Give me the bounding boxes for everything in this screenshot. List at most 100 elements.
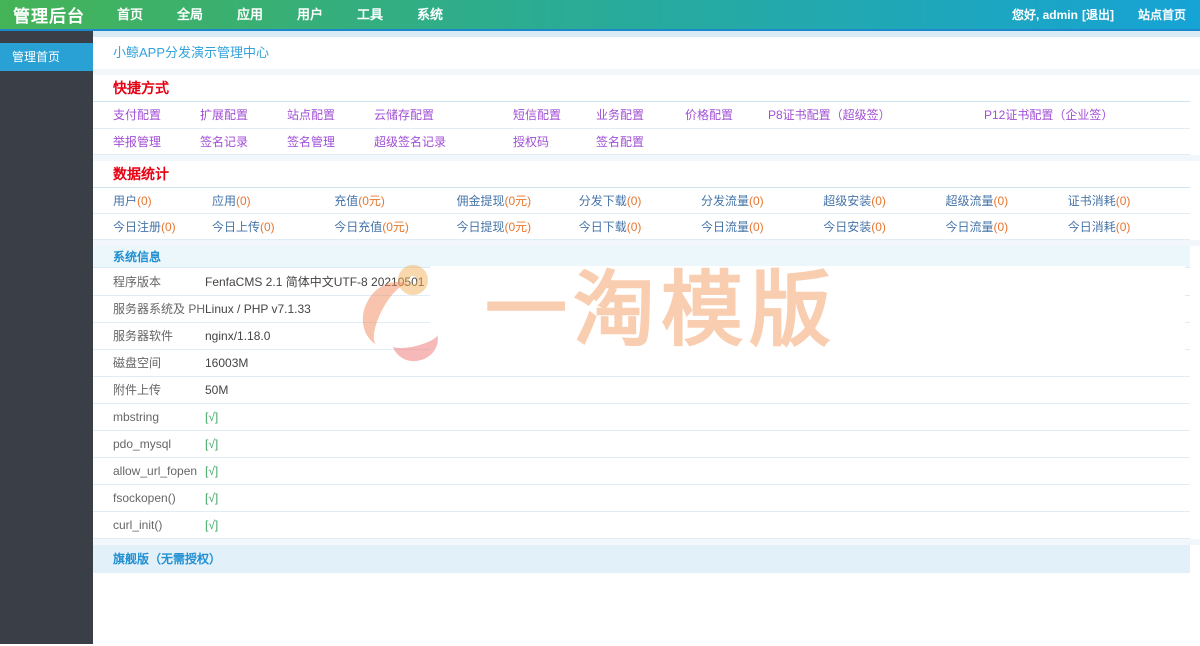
stat-link[interactable]: 分发流量(0) bbox=[701, 194, 764, 208]
quick-link[interactable]: 支付配置 bbox=[113, 108, 161, 122]
sysinfo-label: curl_init() bbox=[113, 517, 163, 532]
stat-label: 充值 bbox=[334, 193, 359, 208]
stat-value: (0) bbox=[749, 193, 764, 208]
stat-link[interactable]: 今日提现(0元) bbox=[457, 220, 532, 234]
check-ok-icon: [√] bbox=[205, 517, 219, 532]
nav-item[interactable]: 工具 bbox=[340, 0, 400, 30]
logout-link[interactable]: [退出] bbox=[1082, 6, 1114, 23]
quick-links-row: 支付配置 扩展配置 站点配置 云储存配置 短信配置 业务配置 价格配置 P8证书配置（超级签）… bbox=[93, 102, 1190, 129]
stat-label: 今日消耗 bbox=[1067, 220, 1116, 234]
stat-label: 今日流量 bbox=[945, 220, 994, 234]
nav-item[interactable]: 系统 bbox=[400, 0, 460, 30]
stat-value: (0) bbox=[749, 220, 764, 234]
stat-link[interactable]: 用户(0) bbox=[113, 194, 152, 208]
quick-link[interactable]: 扩展配置 bbox=[200, 108, 248, 122]
stat-label: 佣金提现 bbox=[456, 193, 505, 208]
stat-link[interactable]: 分发下载(0) bbox=[579, 194, 642, 208]
stat-label: 用户 bbox=[113, 193, 138, 208]
quick-link[interactable]: 超级签名记录 bbox=[374, 135, 446, 149]
sysinfo-value: FenfaCMS 2.1 简体中文UTF-8 20210501 bbox=[205, 274, 425, 289]
footer-version-link[interactable]: 旗舰版（无需授权） bbox=[113, 552, 221, 566]
stat-link[interactable]: 今日上传(0) bbox=[212, 220, 275, 234]
stat-link[interactable]: 今日充值(0元) bbox=[334, 220, 409, 234]
stats-row: 今日注册(0) 今日上传(0) 今日充值(0元) 今日提现(0元) 今日下载(0) 今日流… bbox=[93, 213, 1190, 240]
nav-item[interactable]: 用户 bbox=[280, 0, 340, 30]
check-ok-icon: [√] bbox=[205, 490, 219, 505]
quick-link[interactable]: 举报管理 bbox=[113, 135, 161, 149]
stat-link[interactable]: 今日流量(0) bbox=[946, 220, 1009, 234]
stat-link[interactable]: 超级安装(0) bbox=[823, 194, 886, 208]
stat-link[interactable]: 今日安装(0) bbox=[823, 220, 886, 234]
sysinfo-value: 16003M bbox=[205, 355, 249, 370]
quick-link[interactable]: 价格配置 bbox=[685, 108, 733, 122]
stat-value: (0元) bbox=[504, 193, 532, 208]
stat-label: 应用 bbox=[212, 193, 237, 208]
nav-item[interactable]: 全局 bbox=[160, 0, 220, 30]
stat-label: 今日充值 bbox=[334, 220, 383, 234]
sysinfo-label: allow_url_fopen bbox=[113, 463, 198, 478]
stat-link[interactable]: 应用(0) bbox=[212, 194, 251, 208]
quick-link[interactable]: 云储存配置 bbox=[374, 108, 434, 122]
sysinfo-label: 程序版本 bbox=[113, 274, 162, 289]
quick-links-table: 支付配置 扩展配置 站点配置 云储存配置 短信配置 业务配置 价格配置 P8证书配置（超级签）… bbox=[93, 102, 1190, 155]
quick-link[interactable]: P12证书配置（企业签） bbox=[984, 108, 1113, 122]
footer-row: 旗舰版（无需授权） bbox=[93, 544, 1190, 573]
quick-link[interactable]: 签名配置 bbox=[596, 135, 644, 149]
sysinfo-label: 服务器软件 bbox=[113, 329, 174, 343]
sysinfo-value: Linux / PHP v7.1.33 bbox=[205, 301, 311, 316]
topbar: 管理后台 首页 全局 应用 用户 工具 系统 您好, admin [退出] 站点首页 bbox=[0, 0, 1200, 31]
stat-link[interactable]: 今日流量(0) bbox=[701, 220, 764, 234]
sysinfo-label: pdo_mysql bbox=[113, 436, 172, 451]
quick-link[interactable]: 签名记录 bbox=[200, 135, 248, 149]
sysinfo-row: 服务器系统及 PHP Linux / PHP v7.1.33 bbox=[93, 295, 1190, 323]
stat-value: (0) bbox=[137, 193, 152, 208]
sysinfo-row: pdo_mysql [√] bbox=[93, 430, 1190, 458]
check-ok-icon: [√] bbox=[205, 463, 219, 478]
page-title[interactable]: 小鲸APP分发演示管理中心 bbox=[113, 45, 269, 60]
stat-value: (0元) bbox=[504, 220, 532, 234]
stat-label: 今日下载 bbox=[578, 220, 627, 234]
stat-value: (0) bbox=[993, 193, 1009, 208]
stat-value: (0) bbox=[1115, 220, 1131, 234]
stat-link[interactable]: 佣金提现(0元) bbox=[457, 194, 532, 208]
sysinfo-label: 磁盘空间 bbox=[113, 356, 162, 370]
title-bar: 小鲸APP分发演示管理中心 bbox=[93, 37, 1200, 69]
stat-link[interactable]: 超级流量(0) bbox=[946, 194, 1009, 208]
sysinfo-table: 程序版本 FenfaCMS 2.1 简体中文UTF-8 20210501 服务器系统… bbox=[93, 268, 1190, 539]
section-heading-quick: 快捷方式 bbox=[93, 75, 1190, 102]
stat-link[interactable]: 证书消耗(0) bbox=[1068, 194, 1131, 208]
sysinfo-row: 附件上传 50M bbox=[93, 376, 1190, 404]
stat-value: (0) bbox=[871, 193, 886, 208]
sysinfo-label: mbstring bbox=[113, 409, 160, 424]
stat-value: (0元) bbox=[358, 193, 385, 208]
sysinfo-row: 服务器软件 nginx/1.18.0 bbox=[93, 322, 1190, 350]
quick-link[interactable]: 签名管理 bbox=[287, 135, 335, 149]
quick-link[interactable]: 授权码 bbox=[513, 135, 549, 149]
stat-label: 超级安装 bbox=[823, 193, 872, 208]
stat-value: (0) bbox=[260, 220, 275, 234]
stat-value: (0元) bbox=[382, 220, 409, 234]
stat-link[interactable]: 今日注册(0) bbox=[113, 220, 176, 234]
nav-item[interactable]: 应用 bbox=[220, 0, 280, 30]
stat-label: 分发下载 bbox=[578, 193, 627, 208]
stat-value: (0) bbox=[1115, 193, 1131, 208]
quick-link[interactable]: P8证书配置（超级签） bbox=[768, 108, 891, 122]
stat-link[interactable]: 充值(0元) bbox=[334, 194, 385, 208]
check-ok-icon: [√] bbox=[205, 409, 219, 424]
quick-links-row: 举报管理 签名记录 签名管理 超级签名记录 授权码 签名配置 bbox=[93, 128, 1190, 155]
stat-link[interactable]: 今日下载(0) bbox=[579, 220, 642, 234]
stat-label: 今日注册 bbox=[113, 220, 162, 234]
site-home-link[interactable]: 站点首页 bbox=[1138, 6, 1186, 23]
quick-link[interactable]: 站点配置 bbox=[287, 108, 335, 122]
stats-row: 用户(0) 应用(0) 充值(0元) 佣金提现(0元) 分发下载(0) 分发流量(0) 超级… bbox=[93, 187, 1190, 214]
stat-value: (0) bbox=[626, 193, 642, 208]
nav-item[interactable]: 首页 bbox=[100, 0, 160, 30]
stat-label: 今日上传 bbox=[212, 220, 261, 234]
sidebar-item-admin-home[interactable]: 管理首页 bbox=[0, 43, 93, 71]
stat-link[interactable]: 今日消耗(0) bbox=[1068, 220, 1131, 234]
sidebar: 管理首页 bbox=[0, 31, 93, 644]
quick-link[interactable]: 短信配置 bbox=[513, 108, 561, 122]
quick-link[interactable]: 业务配置 bbox=[596, 108, 644, 122]
main-content: 小鲸APP分发演示管理中心 快捷方式 支付配置 扩展配置 站点配置 云储存配置 短信配置… bbox=[93, 31, 1200, 644]
sysinfo-value: 50M bbox=[205, 382, 229, 397]
